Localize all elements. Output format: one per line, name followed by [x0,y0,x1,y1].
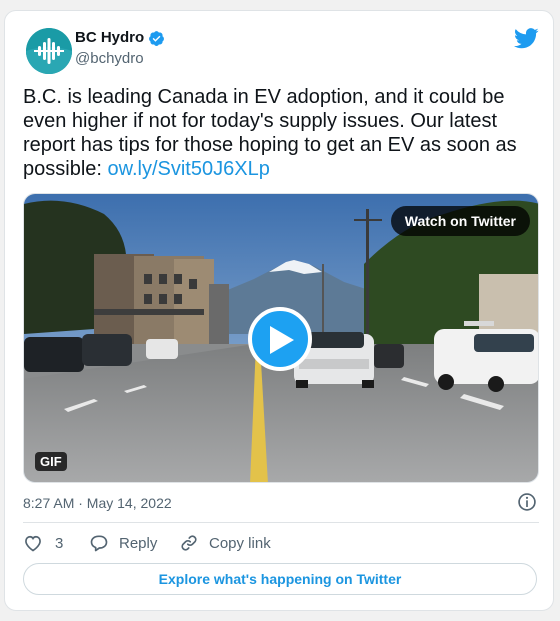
like-count: 3 [55,535,64,552]
info-icon[interactable] [517,492,537,512]
link-icon [181,535,197,551]
explore-twitter-button[interactable]: Explore what's happening on Twitter [23,563,537,595]
like-action[interactable]: 3 [23,533,73,553]
tweet-timestamp[interactable]: 8:27 AM · May 14, 2022 [23,493,172,513]
watch-on-twitter-button[interactable]: Watch on Twitter [390,206,530,236]
divider [23,522,539,523]
bc-hydro-logo [26,28,72,74]
reply-label: Reply [119,535,158,552]
gif-badge: GIF [35,452,67,471]
copy-link-label: Copy link [209,535,271,552]
play-button[interactable] [248,307,312,371]
play-icon [270,326,294,354]
tweet-body: B.C. is leading Canada in EV adoption, a… [23,86,517,180]
author-avatar[interactable] [26,28,72,74]
heart-icon [25,535,41,552]
author-name[interactable]: BC Hydro [75,28,144,48]
tweet-link[interactable]: ow.ly/Svit50J6XLp [108,158,270,180]
tweet-card: BC Hydro @bchydro B.C. is leading Canada… [4,10,554,611]
copy-link-action[interactable]: Copy link [179,533,279,553]
twitter-bird-icon[interactable] [514,28,539,49]
reply-action[interactable]: Reply [89,533,169,553]
reply-bubble-icon [90,535,108,552]
tweet-text: B.C. is leading Canada in EV adoption, a… [23,85,533,181]
verified-badge-icon [149,31,164,46]
author-handle[interactable]: @bchydro [75,49,144,69]
media-video[interactable]: Watch on Twitter GIF [23,193,539,483]
